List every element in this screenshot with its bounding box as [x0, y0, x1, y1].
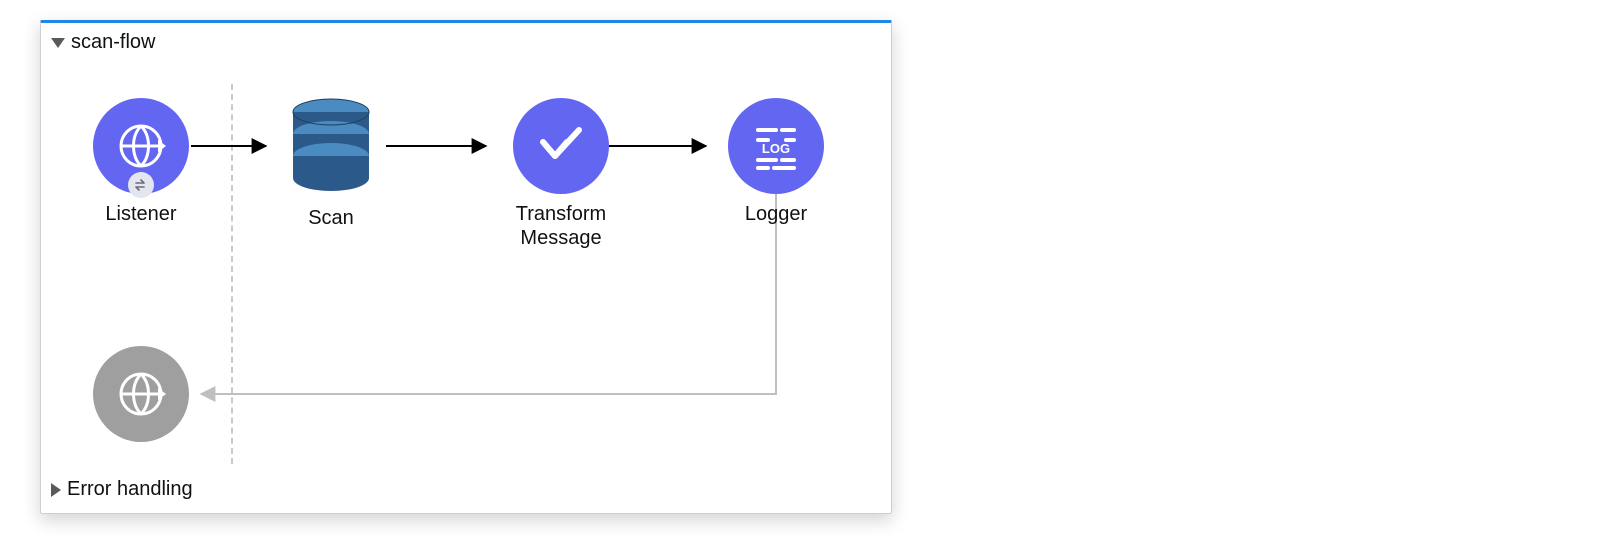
flow-canvas: scan-flow [40, 20, 892, 514]
exchange-badge-icon [128, 172, 154, 198]
collapse-icon[interactable] [51, 38, 65, 48]
svg-text:LOG: LOG [762, 141, 790, 156]
database-icon [277, 90, 385, 198]
error-handling-header[interactable]: Error handling [41, 468, 891, 513]
globe-arrow-icon [93, 346, 189, 442]
node-transform[interactable]: Transform Message [481, 98, 641, 250]
node-logger[interactable]: LOG Logger [706, 98, 846, 226]
node-label: Listener [71, 202, 211, 226]
flow-body: Listener Scan [41, 54, 891, 464]
flow-title: scan-flow [71, 31, 155, 54]
log-icon: LOG [728, 98, 824, 194]
flow-header[interactable]: scan-flow [41, 23, 891, 54]
transform-icon [513, 98, 609, 194]
globe-arrow-icon [93, 98, 189, 194]
node-label: Scan [261, 206, 401, 230]
source-divider [231, 84, 233, 464]
expand-icon[interactable] [51, 483, 61, 497]
node-response[interactable] [71, 346, 211, 442]
node-scan[interactable]: Scan [261, 90, 401, 230]
node-label: Logger [706, 202, 846, 226]
node-listener[interactable]: Listener [71, 98, 211, 226]
error-handling-title: Error handling [67, 478, 193, 501]
node-label: Transform Message [481, 202, 641, 250]
